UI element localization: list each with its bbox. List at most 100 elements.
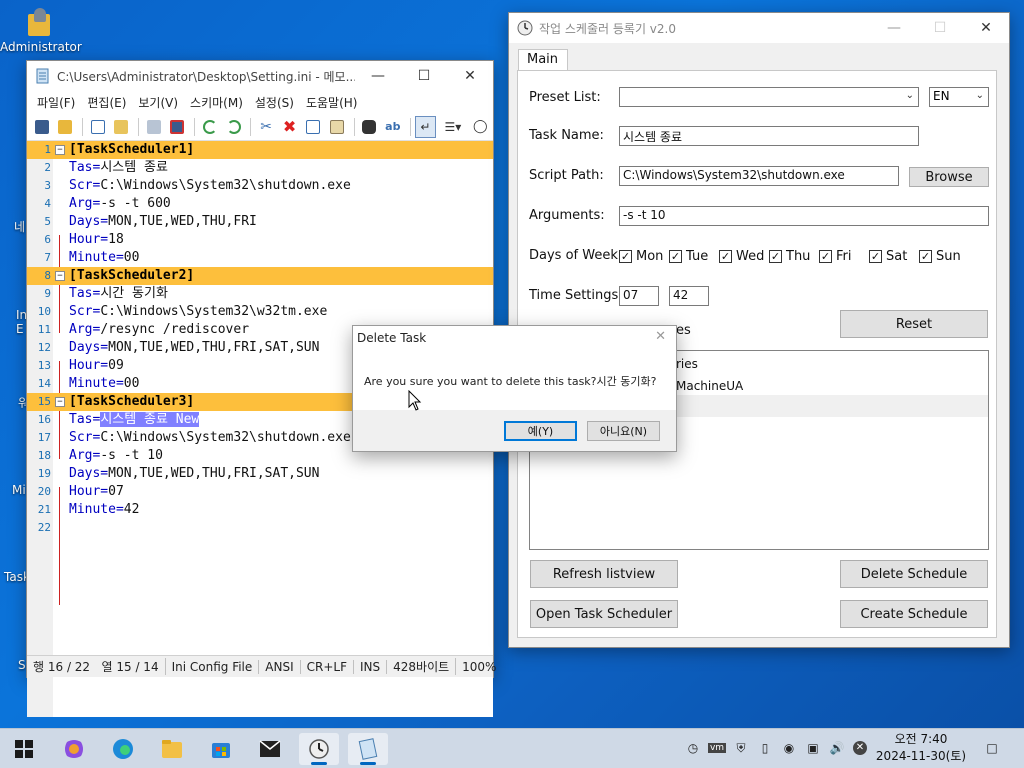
redo-button[interactable] xyxy=(223,116,245,138)
editor-line[interactable]: 6 Hour=18 xyxy=(27,231,493,249)
open-button[interactable] xyxy=(55,116,77,138)
open-task-scheduler-button[interactable]: Open Task Scheduler xyxy=(530,600,678,628)
scheduler-titlebar[interactable]: 작업 스케줄러 등록기 v2.0 — ☐ ✕ xyxy=(509,13,1009,43)
refresh-listview-button[interactable]: Refresh listview xyxy=(530,560,678,588)
taskbar-clock[interactable]: 오전 7:40 2024-11-30(토) xyxy=(866,731,976,765)
taskbar-notepad-app[interactable] xyxy=(348,733,388,765)
day-checkbox-sun[interactable]: ✓ Sun xyxy=(919,249,961,264)
status-eol[interactable]: CR+LF xyxy=(301,659,354,674)
taskbar-scheduler-app[interactable] xyxy=(299,733,339,765)
tray-network-icon[interactable]: ▣ xyxy=(804,739,822,757)
menu-settings[interactable]: 설정(S) xyxy=(249,94,300,111)
save-button[interactable] xyxy=(143,116,165,138)
menu-view[interactable]: 보기(V) xyxy=(132,94,184,111)
editor-line[interactable]: 3 Scr=C:\Windows\System32\shutdown.exe xyxy=(27,177,493,195)
menu-file[interactable]: 파일(F) xyxy=(31,94,81,111)
menu-edit[interactable]: 편집(E) xyxy=(81,94,132,111)
editor-line[interactable]: 19 Days=MON,TUE,WED,THU,FRI,SAT,SUN xyxy=(27,465,493,483)
minimize-button[interactable]: — xyxy=(871,13,917,43)
editor-line[interactable]: 4 Arg=-s -t 600 xyxy=(27,195,493,213)
new-file-button[interactable] xyxy=(87,116,109,138)
new-window-button[interactable] xyxy=(31,116,53,138)
preset-list-combo[interactable]: ⌄ xyxy=(619,87,919,107)
editor-line[interactable]: 9 Tas=시간 동기화 xyxy=(27,285,493,303)
ini-value: MON,TUE,WED,THU,FRI,SAT,SUN xyxy=(108,340,320,355)
minute-input[interactable]: 42 xyxy=(669,286,709,306)
taskbar-edge[interactable] xyxy=(103,733,143,765)
tray-security-shield-icon[interactable]: ⛨ xyxy=(732,739,750,757)
notepad-titlebar[interactable]: C:\Users\Administrator\Desktop\Setting.i… xyxy=(27,61,493,91)
editor-line[interactable]: 10 Scr=C:\Windows\System32\w32tm.exe xyxy=(27,303,493,321)
editor-line[interactable]: 20 Hour=07 xyxy=(27,483,493,501)
line-number: 14 xyxy=(37,377,51,390)
fold-toggle-icon[interactable]: − xyxy=(55,271,65,281)
desktop-icon-administrator[interactable]: Administrator xyxy=(0,8,82,54)
maximize-button[interactable]: ☐ xyxy=(401,61,447,91)
mouse-cursor-icon xyxy=(408,390,422,411)
hour-input[interactable]: 07 xyxy=(619,286,659,306)
fold-toggle-icon[interactable]: − xyxy=(55,145,65,155)
scheme-dropdown-button[interactable]: ☰▾ xyxy=(438,116,467,138)
fold-toggle-icon[interactable]: − xyxy=(55,397,65,407)
day-checkbox-thu[interactable]: ✓ Thu xyxy=(769,249,810,264)
days-of-week-label: Days of Week: xyxy=(529,248,623,263)
word-wrap-button[interactable]: ↵ xyxy=(414,115,437,138)
dialog-close-icon[interactable]: ✕ xyxy=(655,329,666,344)
open-file-button[interactable] xyxy=(111,116,133,138)
save-as-button[interactable] xyxy=(167,116,189,138)
paste-button[interactable] xyxy=(326,116,348,138)
zoom-button[interactable]: ◯ xyxy=(470,116,492,138)
script-path-input[interactable]: C:\Windows\System32\shutdown.exe xyxy=(619,166,899,186)
language-combo[interactable]: EN ⌄ xyxy=(929,87,989,107)
undo-button[interactable] xyxy=(199,116,221,138)
tray-clock-app-icon[interactable]: ◷ xyxy=(684,739,702,757)
line-text: [TaskScheduler3] xyxy=(69,394,195,409)
tray-webcam-icon[interactable]: ◉ xyxy=(780,739,798,757)
day-checkbox-sat[interactable]: ✓ Sat xyxy=(869,249,907,264)
taskbar-copilot[interactable] xyxy=(54,733,94,765)
cut-button[interactable]: ✂ xyxy=(255,116,277,138)
maximize-button[interactable]: ☐ xyxy=(917,13,963,43)
day-checkbox-mon[interactable]: ✓ Mon xyxy=(619,249,663,264)
clock-time: 오전 7:40 xyxy=(894,732,948,746)
status-encoding[interactable]: ANSI xyxy=(259,659,301,674)
day-checkbox-wed[interactable]: ✓ Wed xyxy=(719,249,764,264)
reset-button[interactable]: Reset xyxy=(840,310,988,338)
section-header-line[interactable]: 1− [TaskScheduler1] xyxy=(27,141,493,159)
find-button[interactable] xyxy=(358,116,380,138)
status-filetype[interactable]: Ini Config File xyxy=(166,659,260,674)
day-checkbox-fri[interactable]: ✓ Fri xyxy=(819,249,852,264)
taskbar-mail[interactable] xyxy=(250,733,290,765)
delete-schedule-button[interactable]: Delete Schedule xyxy=(840,560,988,588)
clock-app-icon xyxy=(517,20,533,36)
tray-vmware-icon[interactable]: vm xyxy=(707,739,727,757)
editor-line[interactable]: 5 Days=MON,TUE,WED,THU,FRI xyxy=(27,213,493,231)
editor-line[interactable]: 7 Minute=00 xyxy=(27,249,493,267)
start-button[interactable] xyxy=(4,733,44,765)
tray-volume-icon[interactable]: 🔊 xyxy=(828,739,846,757)
menu-help[interactable]: 도움말(H) xyxy=(300,94,364,111)
minimize-button[interactable]: — xyxy=(355,61,401,91)
replace-button[interactable]: ab xyxy=(382,116,404,138)
editor-line[interactable]: 2 Tas=시스템 종료 xyxy=(27,159,493,177)
yes-button[interactable]: 예(Y) xyxy=(504,421,577,441)
notification-center-icon[interactable]: □ xyxy=(982,739,1002,757)
no-button[interactable]: 아니요(N) xyxy=(587,421,660,441)
create-schedule-button[interactable]: Create Schedule xyxy=(840,600,988,628)
delete-button[interactable]: ✖ xyxy=(279,116,301,138)
arguments-input[interactable]: -s -t 10 xyxy=(619,206,989,226)
task-name-input[interactable]: 시스템 종료 xyxy=(619,126,919,146)
taskbar-store[interactable] xyxy=(201,733,241,765)
day-checkbox-tue[interactable]: ✓ Tue xyxy=(669,249,708,264)
section-header-line[interactable]: 8− [TaskScheduler2] xyxy=(27,267,493,285)
close-button[interactable]: ✕ xyxy=(447,61,493,91)
tray-usb-icon[interactable]: ▯ xyxy=(756,739,774,757)
menu-scheme[interactable]: 스키마(M) xyxy=(184,94,249,111)
taskbar-file-explorer[interactable] xyxy=(152,733,192,765)
editor-line[interactable]: 22 xyxy=(27,519,493,537)
copy-button[interactable] xyxy=(302,116,324,138)
tab-main[interactable]: Main xyxy=(518,49,568,71)
browse-button[interactable]: Browse xyxy=(909,167,989,187)
close-button[interactable]: ✕ xyxy=(963,13,1009,43)
editor-line[interactable]: 21 Minute=42 xyxy=(27,501,493,519)
